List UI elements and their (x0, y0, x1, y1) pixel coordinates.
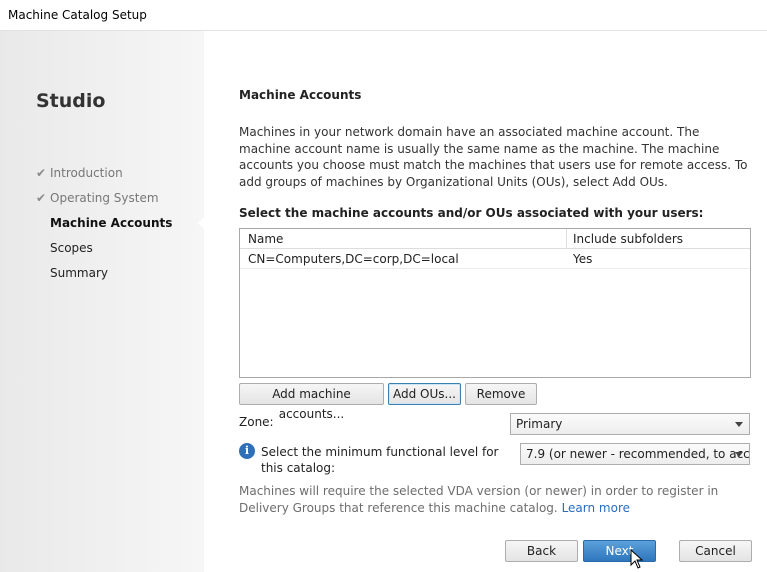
column-header-include-subfolders[interactable]: Include subfolders (573, 232, 683, 246)
column-header-name[interactable]: Name (248, 232, 283, 246)
studio-brand: Studio (36, 90, 106, 112)
step-label: Summary (50, 266, 108, 280)
cell-include-subfolders: Yes (573, 252, 593, 266)
step-scopes: Scopes (36, 240, 172, 265)
step-operating-system: ✔ Operating System (36, 190, 172, 215)
learn-more-link[interactable]: Learn more (562, 501, 630, 515)
column-divider (566, 229, 567, 249)
table-row[interactable]: CN=Computers,DC=corp,DC=local Yes (240, 249, 750, 269)
title-bar: Machine Catalog Setup (0, 0, 767, 31)
next-button[interactable]: Next (583, 540, 656, 562)
page-description: Machines in your network domain have an … (239, 125, 748, 189)
functional-level-selected-value: 7.9 (or newer - recommended, to acc... (526, 447, 750, 461)
wizard-steps: ✔ Introduction ✔ Operating System Machin… (36, 165, 172, 290)
machine-accounts-table[interactable]: Name Include subfolders CN=Computers,DC=… (239, 228, 751, 378)
cancel-button[interactable]: Cancel (679, 540, 752, 562)
page-title: Machine Accounts (239, 88, 362, 102)
wizard-sidebar: Studio ✔ Introduction ✔ Operating System… (0, 31, 204, 572)
step-summary: Summary (36, 265, 172, 290)
checkmark-icon: ✔ (36, 191, 47, 205)
step-label: Machine Accounts (50, 216, 173, 230)
add-machine-accounts-button[interactable]: Add machine accounts... (239, 383, 384, 421)
wizard-content: Machine Accounts Machines in your networ… (204, 31, 767, 572)
selection-label: Select the machine accounts and/or OUs a… (239, 206, 704, 220)
window-title: Machine Catalog Setup (8, 8, 147, 22)
step-label: Operating System (50, 191, 159, 205)
functional-level-dropdown[interactable]: 7.9 (or newer - recommended, to acc... (520, 443, 750, 465)
checkmark-icon: ✔ (36, 166, 47, 180)
functional-level-label: Select the minimum functional level for … (261, 445, 499, 475)
vda-version-note: Machines will require the selected VDA v… (239, 483, 759, 516)
note-text: Machines will require the selected VDA v… (239, 484, 719, 515)
info-icon: i (239, 443, 255, 459)
add-ous-button[interactable]: Add OUs... (388, 383, 461, 405)
step-machine-accounts: Machine Accounts (36, 215, 172, 240)
chevron-down-icon (735, 452, 743, 457)
step-label: Scopes (50, 241, 93, 255)
zone-dropdown[interactable]: Primary (510, 413, 750, 435)
step-introduction: ✔ Introduction (36, 165, 172, 190)
chevron-down-icon (735, 422, 743, 427)
back-button[interactable]: Back (505, 540, 578, 562)
zone-selected-value: Primary (516, 417, 563, 431)
table-header: Name Include subfolders (240, 229, 750, 249)
step-label: Introduction (50, 166, 123, 180)
mouse-cursor-icon (630, 549, 644, 569)
zone-label: Zone: (239, 415, 274, 429)
remove-button[interactable]: Remove (465, 383, 537, 405)
cell-name: CN=Computers,DC=corp,DC=local (248, 252, 459, 266)
